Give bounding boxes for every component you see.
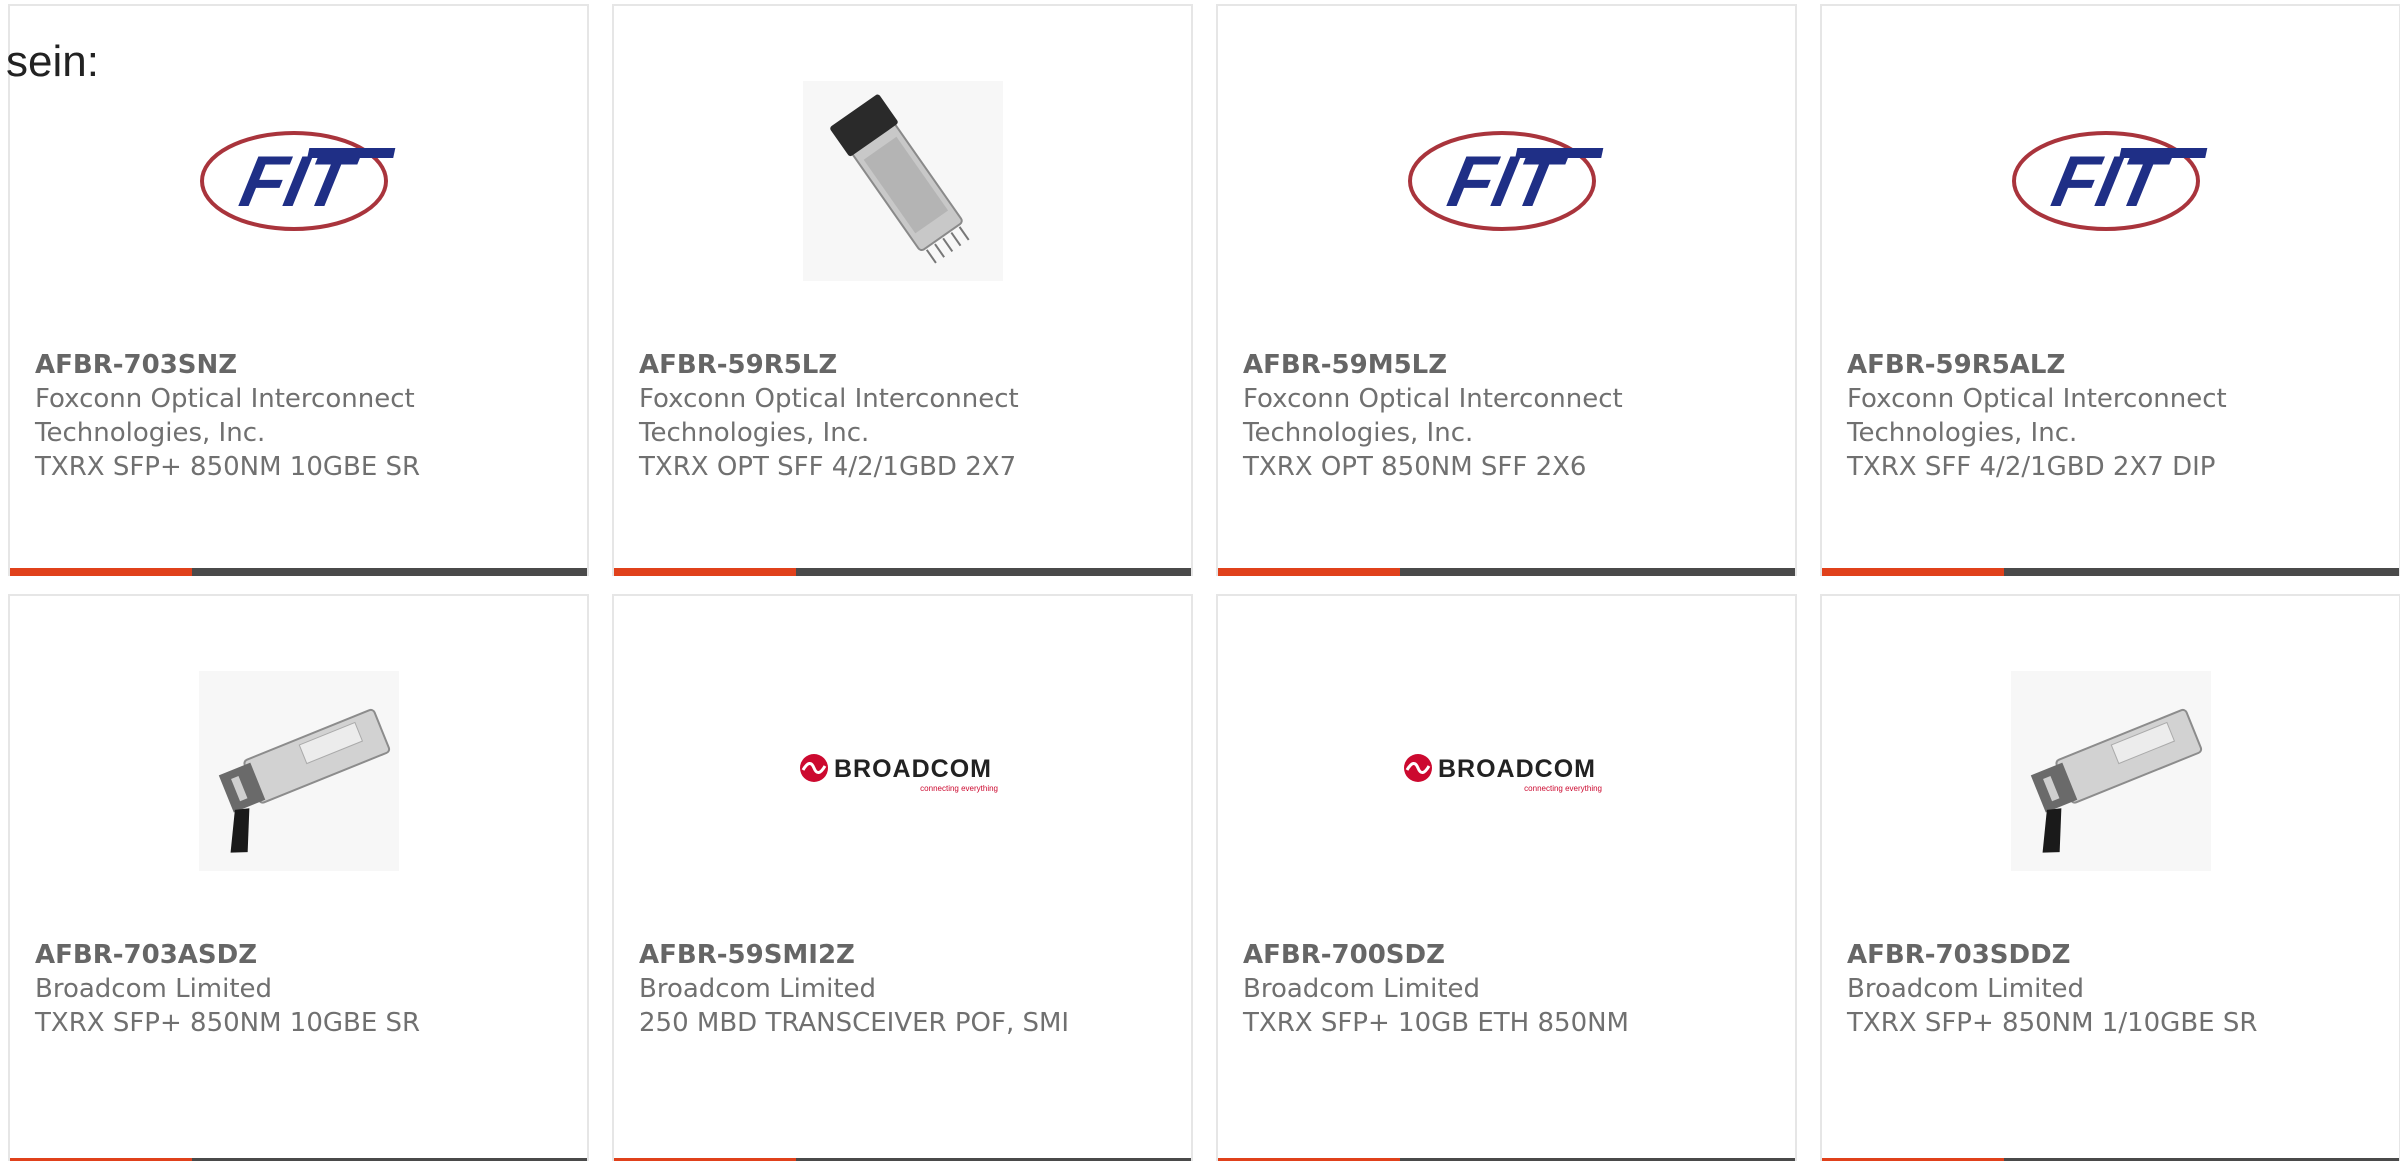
fit-logo: FIT (1407, 131, 1603, 231)
card-accent-stripe (1218, 568, 1400, 576)
product-description: TXRX SFP+ 850NM 1/10GBE SR (1847, 1008, 2258, 1038)
product-description: 250 MBD TRANSCEIVER POF, SMI (639, 1008, 1070, 1038)
product-description: TXRX OPT 850NM SFF 2X6 (1243, 452, 1587, 482)
product-image[interactable] (1822, 666, 2399, 876)
product-info: AFBR-703SNZ Foxconn Optical Interconnect … (35, 348, 567, 484)
product-info: AFBR-59SMI2Z Broadcom Limited 250 MBD TRAN… (639, 938, 1171, 1040)
manufacturer-name: Broadcom Limited (35, 974, 273, 1004)
product-card[interactable]: BROADCOM connecting everything AFBR-59SM… (612, 594, 1193, 1161)
product-info: AFBR-703ASDZ Broadcom Limited TXRX SFP+ 85… (35, 938, 567, 1040)
product-grid-page: sein: FIT AFBR-703SNZ Foxconn Optical Int… (0, 0, 2400, 1161)
product-description: TXRX OPT SFF 4/2/1GBD 2X7 (639, 452, 1017, 482)
product-image[interactable]: BROADCOM connecting everything (1218, 666, 1795, 876)
broadcom-logo: BROADCOM connecting everything (799, 754, 998, 793)
part-number-link[interactable]: AFBR-700SDZ (1243, 938, 1775, 972)
product-description: TXRX SFP+ 850NM 10GBE SR (35, 1008, 421, 1038)
product-card[interactable]: AFBR-59R5LZ Foxconn Optical Interconnect … (612, 4, 1193, 576)
part-number-link[interactable]: AFBR-59M5LZ (1243, 348, 1775, 382)
product-description: TXRX SFP+ 850NM 10GBE SR (35, 452, 421, 482)
broadcom-tagline: connecting everything (920, 784, 998, 793)
intro-text: sein: (6, 37, 99, 86)
product-info: AFBR-59R5ALZ Foxconn Optical Interconnect… (1847, 348, 2379, 484)
product-card[interactable]: FIT AFBR-59M5LZ Foxconn Optical Interconn… (1216, 4, 1797, 576)
product-info: AFBR-59R5LZ Foxconn Optical Interconnect … (639, 348, 1171, 484)
product-image[interactable]: BROADCOM connecting everything (614, 666, 1191, 876)
product-description: TXRX SFP+ 10GB ETH 850NM (1243, 1008, 1629, 1038)
part-number-link[interactable]: AFBR-703SDDZ (1847, 938, 2379, 972)
sfp-transceiver-photo (198, 671, 399, 871)
manufacturer-name: Foxconn Optical Interconnect Technologie… (1243, 384, 1623, 448)
manufacturer-name: Foxconn Optical Interconnect Technologie… (35, 384, 415, 448)
card-accent-stripe (1822, 568, 2004, 576)
part-number-link[interactable]: AFBR-59R5LZ (639, 348, 1171, 382)
sff-transceiver-photo (802, 81, 1003, 281)
product-image[interactable] (614, 76, 1191, 286)
product-info: AFBR-59M5LZ Foxconn Optical Interconnect … (1243, 348, 1775, 484)
card-accent-stripe (614, 568, 796, 576)
manufacturer-name: Broadcom Limited (639, 974, 877, 1004)
card-bottom-bar (1822, 568, 2399, 576)
broadcom-tagline: connecting everything (1524, 784, 1602, 793)
product-image[interactable] (10, 666, 587, 876)
broadcom-logo-text: BROADCOM (834, 755, 992, 783)
product-description: TXRX SFF 4/2/1GBD 2X7 DIP (1847, 452, 2216, 482)
manufacturer-name: Broadcom Limited (1243, 974, 1481, 1004)
manufacturer-name: Foxconn Optical Interconnect Technologie… (1847, 384, 2227, 448)
part-number-link[interactable]: AFBR-703ASDZ (35, 938, 567, 972)
fit-logo: FIT (199, 131, 395, 231)
product-image[interactable]: FIT (1218, 76, 1795, 286)
product-image[interactable]: FIT (10, 76, 587, 286)
manufacturer-name: Foxconn Optical Interconnect Technologie… (639, 384, 1019, 448)
part-number-link[interactable]: AFBR-59SMI2Z (639, 938, 1171, 972)
card-bottom-bar (1218, 568, 1795, 576)
product-card[interactable]: BROADCOM connecting everything AFBR-700S… (1216, 594, 1797, 1161)
card-bottom-bar (614, 568, 1191, 576)
product-info: AFBR-700SDZ Broadcom Limited TXRX SFP+ 10G… (1243, 938, 1775, 1040)
sfp-transceiver-photo (2010, 671, 2211, 871)
product-info: AFBR-703SDDZ Broadcom Limited TXRX SFP+ 85… (1847, 938, 2379, 1040)
product-card[interactable]: FIT AFBR-59R5ALZ Foxconn Optical Intercon… (1820, 4, 2400, 576)
product-image[interactable]: FIT (1822, 76, 2399, 286)
card-accent-stripe (10, 568, 192, 576)
product-card[interactable]: AFBR-703SDDZ Broadcom Limited TXRX SFP+ 85… (1820, 594, 2400, 1161)
product-card[interactable]: AFBR-703ASDZ Broadcom Limited TXRX SFP+ 85… (8, 594, 589, 1161)
card-bottom-bar (10, 568, 587, 576)
manufacturer-name: Broadcom Limited (1847, 974, 2085, 1004)
fit-logo: FIT (2011, 131, 2207, 231)
part-number-link[interactable]: AFBR-59R5ALZ (1847, 348, 2379, 382)
broadcom-logo-text: BROADCOM (1438, 755, 1596, 783)
part-number-link[interactable]: AFBR-703SNZ (35, 348, 567, 382)
broadcom-logo: BROADCOM connecting everything (1403, 754, 1602, 793)
